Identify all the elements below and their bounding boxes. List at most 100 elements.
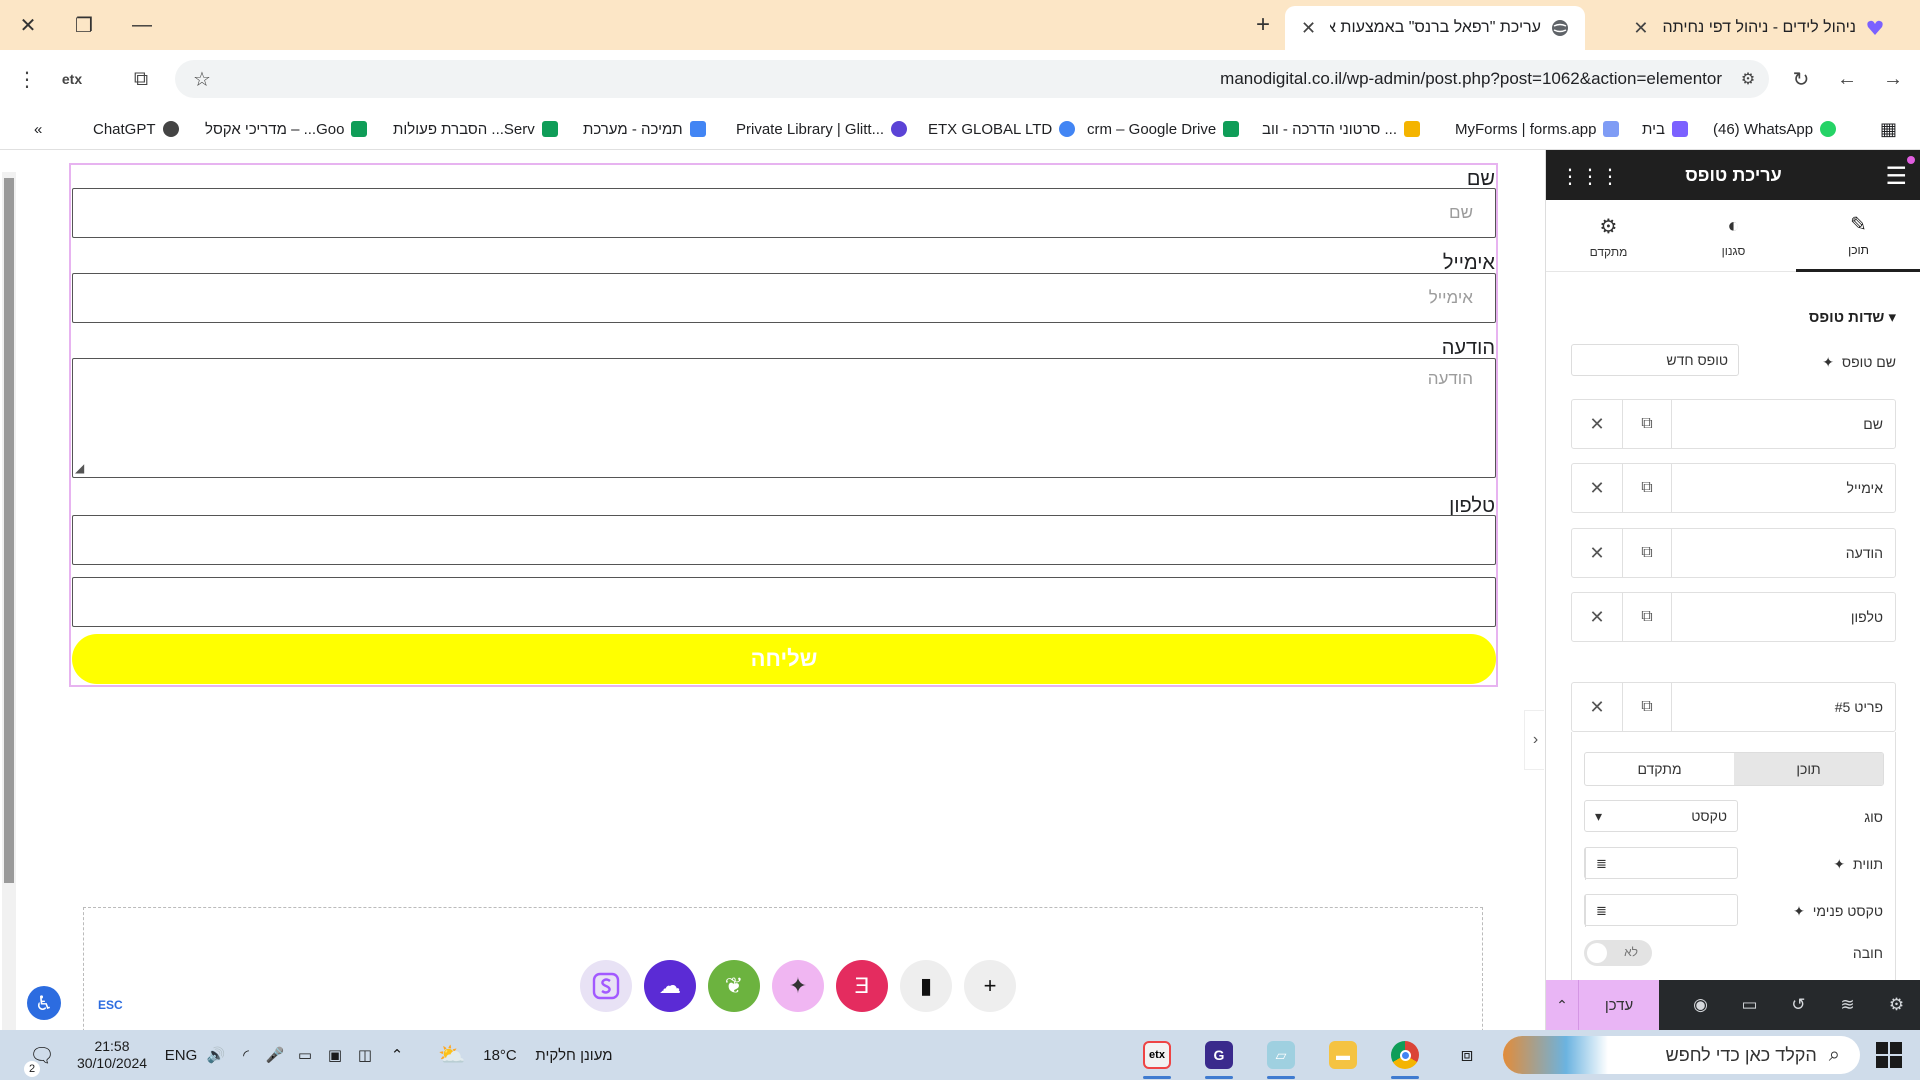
camera-icon[interactable]: ◫: [354, 1039, 376, 1071]
repeater-item[interactable]: אימייל ⧉ ✕: [1571, 463, 1896, 513]
elementor-kit-icon[interactable]: Ǝ: [836, 960, 888, 1012]
type-select[interactable]: טקסט ▾: [1584, 800, 1738, 832]
taskbar-app-notes[interactable]: ▱: [1257, 1035, 1305, 1079]
repeater-item[interactable]: שם ⧉ ✕: [1571, 399, 1896, 449]
bookmark-item[interactable]: Private Library | Glitt...: [736, 117, 908, 141]
canvas-scrollbar[interactable]: [2, 172, 16, 1030]
item-tab-advanced[interactable]: מתקדם: [1585, 753, 1734, 785]
more-bookmarks-icon[interactable]: «: [34, 117, 42, 141]
weather-icon[interactable]: ⛅: [436, 1039, 468, 1071]
tab-edit-page[interactable]: עריכת "רפאל ברנס" באמצעות א ✕: [1285, 6, 1585, 50]
taskbar-search-box[interactable]: ⌕ הקלד כאן כדי לחפש: [1503, 1036, 1860, 1074]
url-text[interactable]: manodigital.co.il/wp-admin/post.php?post…: [1220, 69, 1722, 89]
clock[interactable]: 21:58 30/10/2024: [72, 1038, 152, 1071]
bookmark-star-icon[interactable]: ☆: [187, 64, 217, 94]
remove-icon[interactable]: ✕: [1572, 529, 1622, 577]
phone-input[interactable]: [72, 515, 1496, 565]
label-input[interactable]: ≣: [1584, 847, 1738, 880]
reload-icon[interactable]: ↻: [1786, 64, 1816, 94]
battery-icon[interactable]: ▭: [294, 1039, 316, 1071]
collapse-panel-chevron-icon[interactable]: ›: [1524, 710, 1544, 770]
bookmark-item[interactable]: הסברת פעולות ...Serv: [393, 117, 558, 141]
duplicate-icon[interactable]: ⧉: [1622, 683, 1672, 731]
ai-sparkle-icon[interactable]: ✦: [1822, 354, 1834, 370]
item-tab-content[interactable]: תוכן: [1734, 753, 1883, 785]
bookmark-item[interactable]: ETX GLOBAL LTD: [928, 117, 1076, 141]
plus-icon[interactable]: +: [964, 960, 1016, 1012]
navigator-layers-icon[interactable]: ≋: [1823, 980, 1872, 1030]
accessibility-icon[interactable]: ♿: [27, 986, 61, 1020]
repeater-item-open[interactable]: פריט #5 ⧉ ✕: [1571, 682, 1896, 732]
required-toggle[interactable]: לא: [1584, 940, 1652, 966]
wifi-icon[interactable]: ◜: [235, 1039, 257, 1071]
volume-icon[interactable]: 🔊: [205, 1039, 227, 1071]
item5-input[interactable]: [72, 577, 1496, 627]
leaf-icon[interactable]: ❦: [708, 960, 760, 1012]
bookmark-item[interactable]: תמיכה - מערכת: [583, 117, 706, 141]
form-widget[interactable]: שם שם אימייל אימייל הודעה הודעה ◢ טלפון …: [69, 163, 1498, 687]
close-tab-icon[interactable]: ✕: [1633, 18, 1648, 39]
taskbar-app-explorer[interactable]: ▬: [1319, 1035, 1367, 1075]
taskbar-app-etx[interactable]: etx: [1133, 1035, 1181, 1079]
remove-icon[interactable]: ✕: [1572, 683, 1622, 731]
duplicate-icon[interactable]: ⧉: [1622, 593, 1672, 641]
site-settings-icon[interactable]: ⚙: [1733, 64, 1763, 94]
form-name-input[interactable]: טופס חדש: [1571, 344, 1739, 376]
settings-icon[interactable]: ⚙: [1872, 980, 1920, 1030]
bookmark-item[interactable]: ChatGPT: [93, 117, 179, 141]
remove-icon[interactable]: ✕: [1572, 593, 1622, 641]
new-tab-button[interactable]: +: [1245, 8, 1281, 42]
extensions-icon[interactable]: ⧉: [126, 64, 156, 94]
history-icon[interactable]: ↺: [1774, 980, 1823, 1030]
language-indicator[interactable]: ENG: [163, 1039, 199, 1071]
tab-leads[interactable]: ניהול לידים - ניהול דפי נחיתה ✕: [1590, 6, 1900, 50]
placeholder-input[interactable]: ≣: [1584, 894, 1738, 927]
update-button[interactable]: עדכן: [1579, 980, 1659, 1030]
more-menu-icon[interactable]: ⋮: [12, 64, 42, 94]
all-bookmarks-icon[interactable]: ▦: [1880, 117, 1897, 141]
temperature-text[interactable]: 18°C: [476, 1039, 524, 1071]
section-form-fields[interactable]: ▾ שדות טופס: [1809, 308, 1896, 326]
display-icon[interactable]: ▣: [324, 1039, 346, 1071]
windows-start-icon[interactable]: [1876, 1042, 1902, 1068]
preview-eye-icon[interactable]: ◉: [1676, 980, 1725, 1030]
forward-icon[interactable]: →: [1878, 64, 1908, 94]
duplicate-icon[interactable]: ⧉: [1622, 529, 1672, 577]
tab-advanced[interactable]: ⚙ מתקדם: [1546, 200, 1671, 272]
bookmark-item[interactable]: סרטוני הדרכה - ווב ...: [1262, 117, 1420, 141]
resize-handle-icon[interactable]: ◢: [75, 461, 84, 475]
scrollbar-thumb[interactable]: [4, 178, 14, 883]
bookmark-item[interactable]: MyForms | forms.app: [1455, 117, 1620, 141]
remove-icon[interactable]: ✕: [1572, 400, 1622, 448]
notifications-icon[interactable]: 🗨 2: [22, 1039, 62, 1077]
dynamic-tags-icon[interactable]: ≣: [1585, 895, 1617, 927]
repeater-item[interactable]: טלפון ⧉ ✕: [1571, 592, 1896, 642]
etx-extension-icon[interactable]: etx: [56, 64, 88, 94]
task-view-icon[interactable]: ⧈: [1443, 1035, 1491, 1075]
bookmark-item[interactable]: crm – Google Drive: [1087, 117, 1240, 141]
taskbar-app-g[interactable]: G: [1195, 1035, 1243, 1079]
tab-style[interactable]: ◐ סגנון: [1671, 200, 1796, 272]
ai-sparkle-icon[interactable]: ✦: [772, 960, 824, 1012]
repeater-item[interactable]: הודעה ⧉ ✕: [1571, 528, 1896, 578]
bookmark-item[interactable]: (46) WhatsApp: [1713, 117, 1837, 141]
remove-icon[interactable]: ✕: [1572, 464, 1622, 512]
widgets-grid-icon[interactable]: ⋮⋮⋮: [1560, 164, 1620, 189]
bookmark-item[interactable]: בית: [1642, 117, 1688, 141]
ai-sparkle-icon[interactable]: ✦: [1793, 903, 1805, 919]
taskbar-app-chrome[interactable]: [1381, 1035, 1429, 1079]
submit-button[interactable]: שליחה: [72, 634, 1496, 684]
bookmark-item[interactable]: מדריכי אקסל – ...Goo: [205, 117, 368, 141]
close-tab-icon[interactable]: ✕: [1301, 18, 1316, 39]
email-input[interactable]: אימייל: [72, 273, 1496, 323]
show-hidden-icons-chevron-icon[interactable]: ⌃: [385, 1039, 409, 1071]
chevron-up-icon[interactable]: ⌃: [1546, 980, 1579, 1030]
ai-sparkle-icon[interactable]: ✦: [1833, 856, 1845, 872]
duplicate-icon[interactable]: ⧉: [1622, 464, 1672, 512]
folder-icon[interactable]: ▮: [900, 960, 952, 1012]
restore-window-icon[interactable]: ❐: [64, 8, 104, 42]
message-textarea[interactable]: הודעה ◢: [72, 358, 1496, 478]
minimize-window-icon[interactable]: —: [122, 8, 162, 42]
duplicate-icon[interactable]: ⧉: [1622, 400, 1672, 448]
back-icon[interactable]: ←: [1832, 64, 1862, 94]
